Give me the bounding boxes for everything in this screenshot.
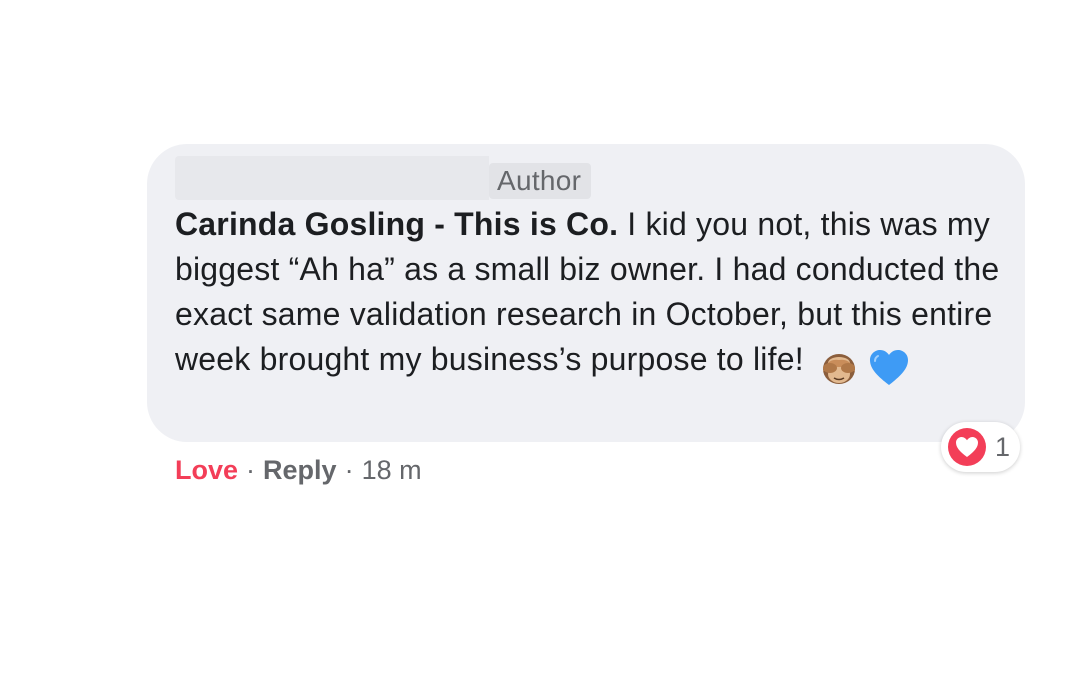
blue-heart-icon xyxy=(869,349,908,385)
see-no-evil-monkey-icon xyxy=(822,353,855,384)
author-header: Author xyxy=(175,156,592,200)
love-button[interactable]: Love xyxy=(175,455,238,486)
separator-dot: · xyxy=(246,454,256,485)
redacted-name-placeholder xyxy=(175,156,489,200)
comment-author-name[interactable]: Carinda Gosling - This is Co. xyxy=(175,206,618,242)
reaction-count: 1 xyxy=(995,431,1011,462)
reply-button[interactable]: Reply xyxy=(263,455,337,486)
reaction-summary[interactable]: 1 xyxy=(941,422,1021,472)
comment-bubble: Author Carinda Gosling - This is Co. I k… xyxy=(147,144,1025,442)
comment-body: Carinda Gosling - This is Co. I kid you … xyxy=(175,202,1005,388)
comment-actions: Love · Reply · 18 m xyxy=(175,450,422,490)
comment-page: Author Carinda Gosling - This is Co. I k… xyxy=(0,0,1080,678)
comment-timestamp[interactable]: 18 m xyxy=(362,455,422,486)
comment-emojis xyxy=(819,343,910,388)
love-reaction-icon xyxy=(948,428,986,466)
author-badge: Author xyxy=(489,163,592,199)
separator-dot: · xyxy=(344,454,354,485)
